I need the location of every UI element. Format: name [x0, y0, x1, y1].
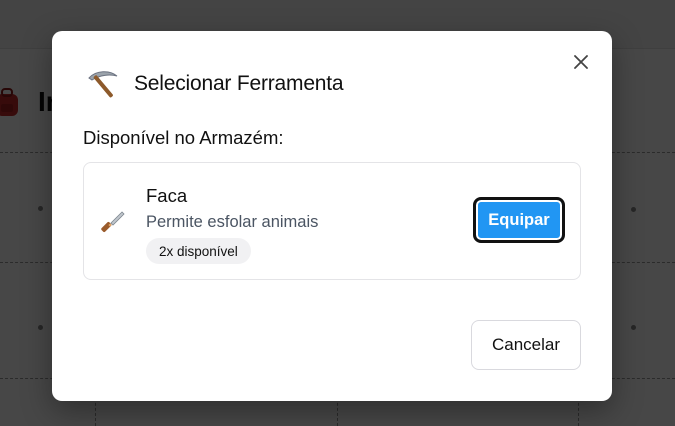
availability-badge: 2x disponível	[146, 238, 251, 264]
knife-icon	[101, 211, 125, 233]
cancel-button[interactable]: Cancelar	[471, 320, 581, 370]
dialog-title: Selecionar Ferramenta	[134, 72, 344, 95]
section-title: Disponível no Armazém:	[83, 127, 284, 148]
pickaxe-icon	[88, 71, 118, 98]
tool-name: Faca	[146, 185, 188, 206]
dialog-header: Selecionar Ferramenta	[86, 67, 344, 101]
select-tool-dialog: Selecionar Ferramenta Disponível no Arma…	[52, 31, 612, 401]
close-icon	[574, 55, 588, 69]
equip-button[interactable]: Equipar	[473, 197, 565, 243]
tool-card-faca: Faca Permite esfolar animais 2x disponív…	[83, 162, 581, 280]
tool-description: Permite esfolar animais	[146, 213, 319, 231]
close-button[interactable]	[570, 51, 592, 73]
